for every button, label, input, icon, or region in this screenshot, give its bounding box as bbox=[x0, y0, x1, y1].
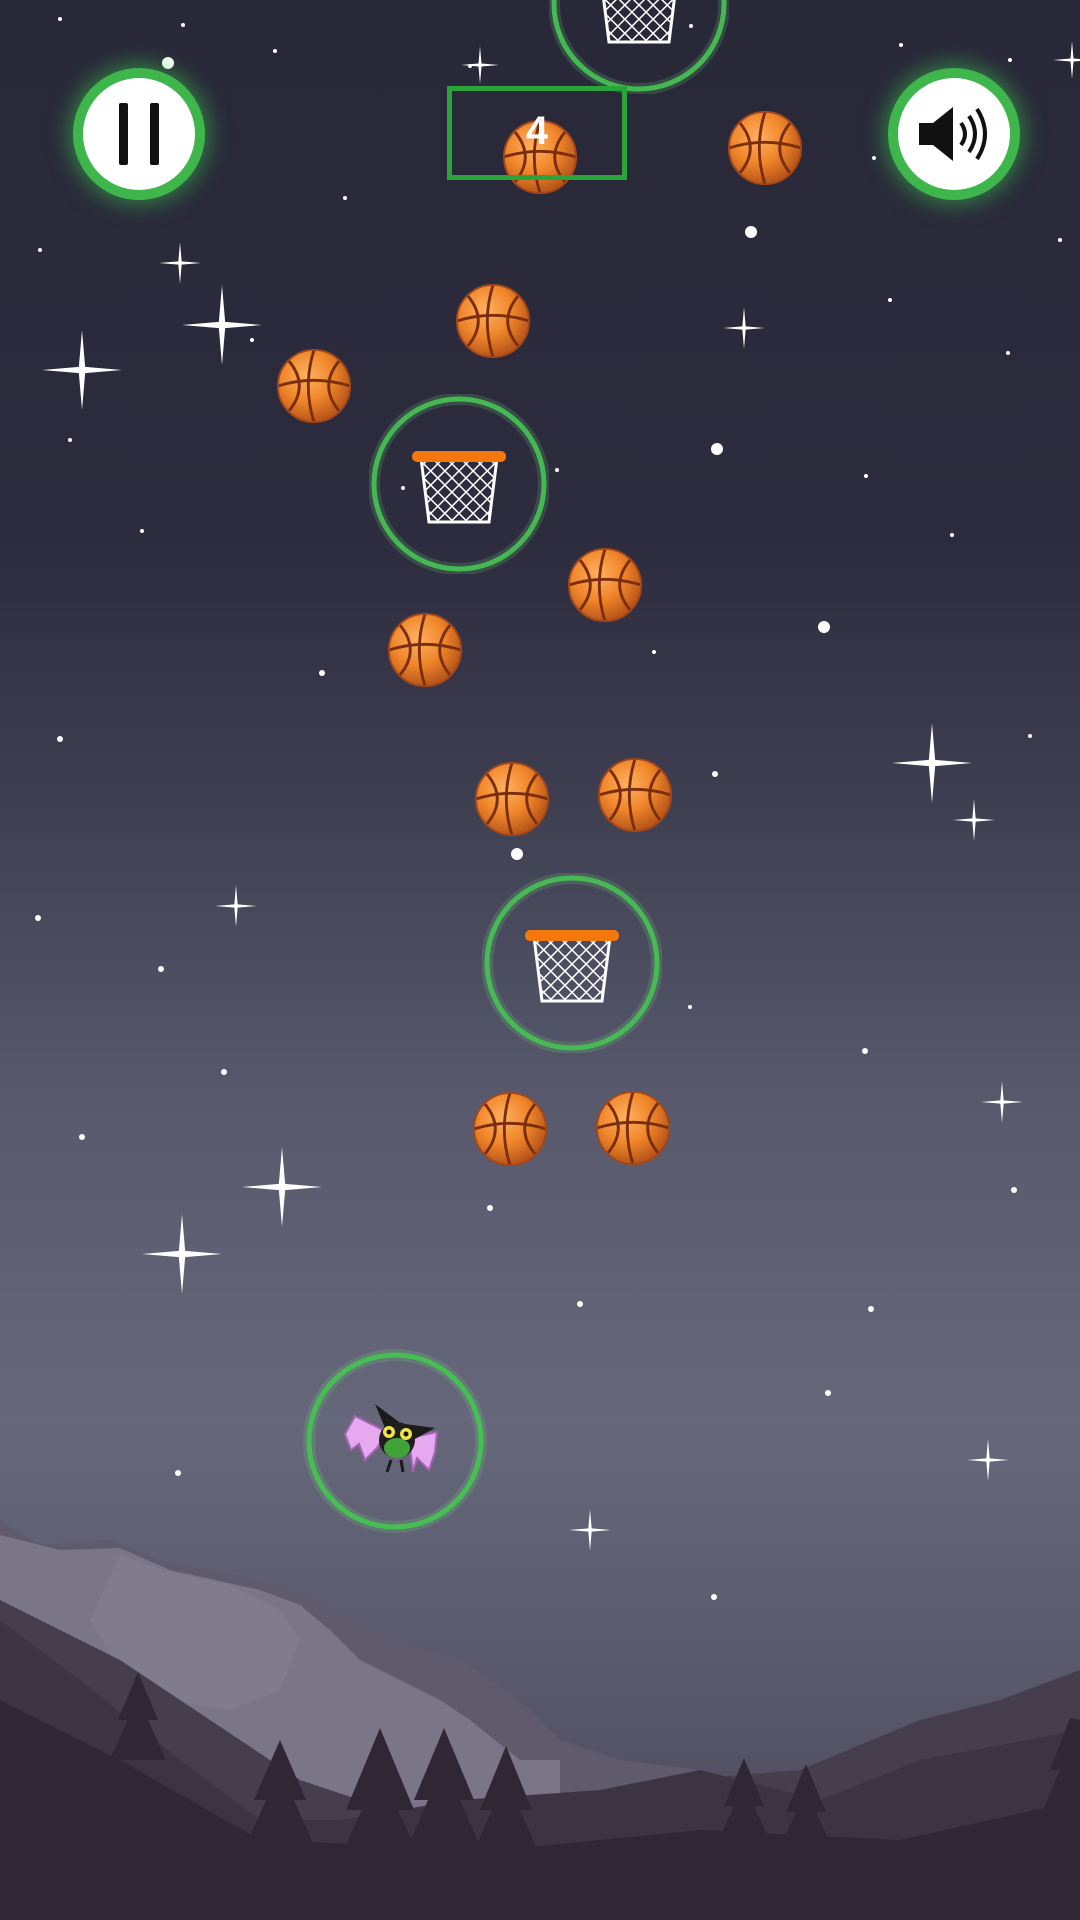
player-bat[interactable] bbox=[303, 1349, 487, 1533]
score-box: 4 bbox=[447, 86, 627, 180]
basketball bbox=[727, 110, 803, 186]
hoop bbox=[487, 878, 657, 1048]
basketball bbox=[472, 1091, 548, 1167]
bat-icon bbox=[343, 1404, 439, 1473]
sparkles bbox=[42, 41, 1080, 1551]
basketball bbox=[276, 348, 352, 424]
sound-button[interactable] bbox=[898, 78, 1010, 190]
hoop bbox=[554, 0, 724, 89]
basketballs bbox=[276, 110, 803, 1167]
game-scene bbox=[0, 0, 1080, 1920]
basketball bbox=[595, 1090, 671, 1166]
basketball bbox=[474, 761, 550, 837]
basketball bbox=[567, 547, 643, 623]
basketball bbox=[597, 757, 673, 833]
pause-button[interactable] bbox=[83, 78, 195, 190]
score-value: 4 bbox=[525, 109, 549, 153]
speaker-on-icon bbox=[919, 107, 987, 161]
hoop bbox=[374, 399, 544, 569]
basketball bbox=[387, 612, 463, 688]
basketball bbox=[455, 283, 531, 359]
pause-icon bbox=[119, 103, 159, 165]
starfield bbox=[35, 17, 1062, 1600]
